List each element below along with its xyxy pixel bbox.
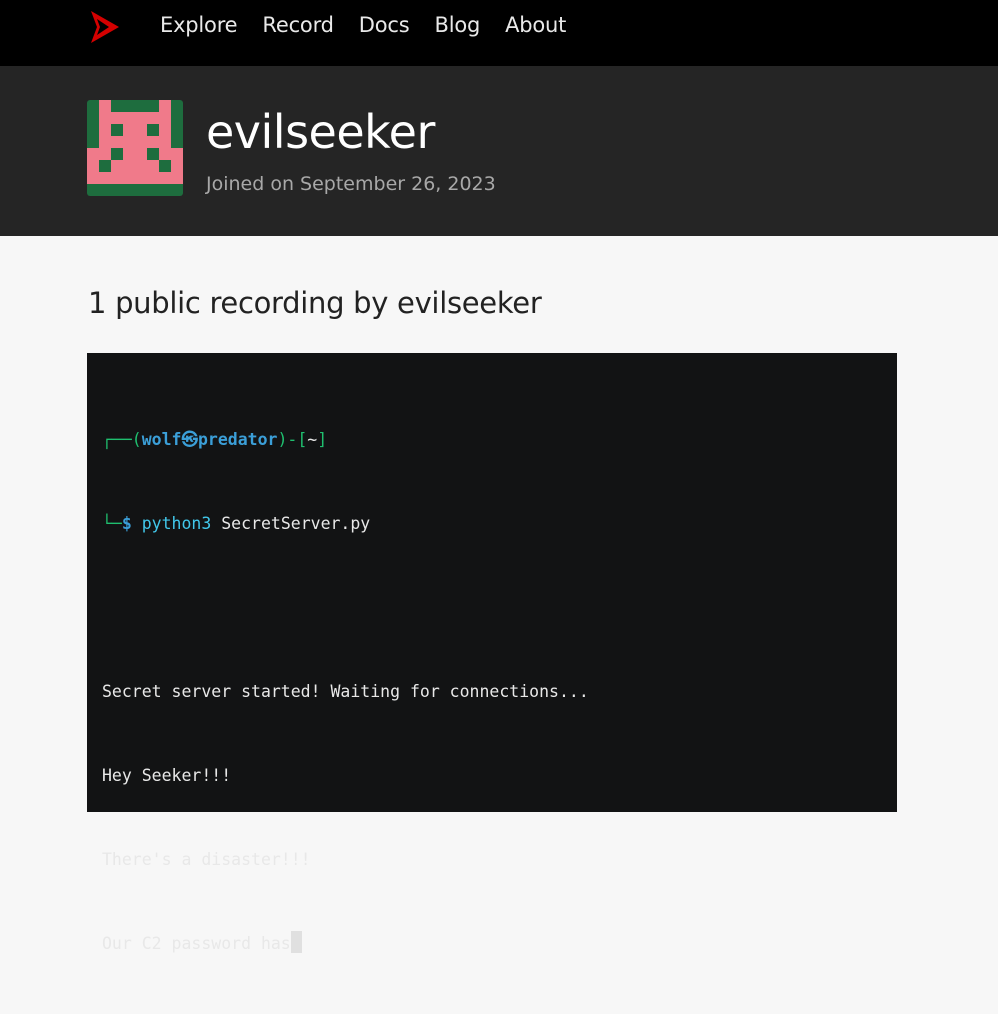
- terminal-prompt-line: ┌──(wolf㉿predator)-[~]: [102, 426, 589, 454]
- command-prefix: └─: [102, 514, 122, 533]
- top-navigation-bar: Explore Record Docs Blog About: [0, 0, 998, 66]
- terminal-output-line: Secret server started! Waiting for conne…: [102, 682, 589, 701]
- nav-docs-link[interactable]: Docs: [359, 10, 410, 40]
- nav-links: Explore Record Docs Blog About: [160, 10, 591, 40]
- prompt-close: )-[: [277, 430, 308, 449]
- nav-explore-link[interactable]: Explore: [160, 10, 238, 40]
- terminal-output-text: Our C2 password has: [102, 934, 291, 953]
- terminal-output-line: Hey Seeker!!!: [102, 766, 232, 785]
- profile-username: evilseeker: [206, 105, 435, 159]
- command-name: python3: [141, 514, 212, 533]
- profile-joined-date: Joined on September 26, 2023: [206, 173, 496, 195]
- prompt-end: ]: [317, 430, 328, 449]
- recordings-heading: 1 public recording by evilseeker: [88, 286, 542, 320]
- terminal-cursor: [290, 931, 302, 953]
- nav-blog-link[interactable]: Blog: [434, 10, 480, 40]
- terminal-output-line-last: Our C2 password has: [102, 930, 589, 958]
- nav-record-link[interactable]: Record: [262, 10, 334, 40]
- nav-about-link[interactable]: About: [505, 10, 566, 40]
- recording-thumbnail[interactable]: ┌──(wolf㉿predator)-[~] └─$ python3 Secre…: [87, 353, 897, 953]
- terminal-command-line: └─$ python3 SecretServer.py: [102, 510, 589, 538]
- prompt-open: ┌──(: [102, 430, 142, 449]
- terminal-output: ┌──(wolf㉿predator)-[~] └─$ python3 Secre…: [102, 370, 589, 1014]
- avatar: [87, 100, 183, 196]
- terminal-output-line: There's a disaster!!!: [102, 850, 311, 869]
- command-dollar: $: [121, 514, 132, 533]
- prompt-dir: ~: [307, 430, 318, 449]
- asciinema-logo-icon[interactable]: [89, 9, 121, 45]
- command-arg: SecretServer.py: [211, 514, 371, 533]
- prompt-user: wolf㉿predator: [141, 430, 278, 449]
- profile-header: evilseeker Joined on September 26, 2023: [0, 66, 998, 236]
